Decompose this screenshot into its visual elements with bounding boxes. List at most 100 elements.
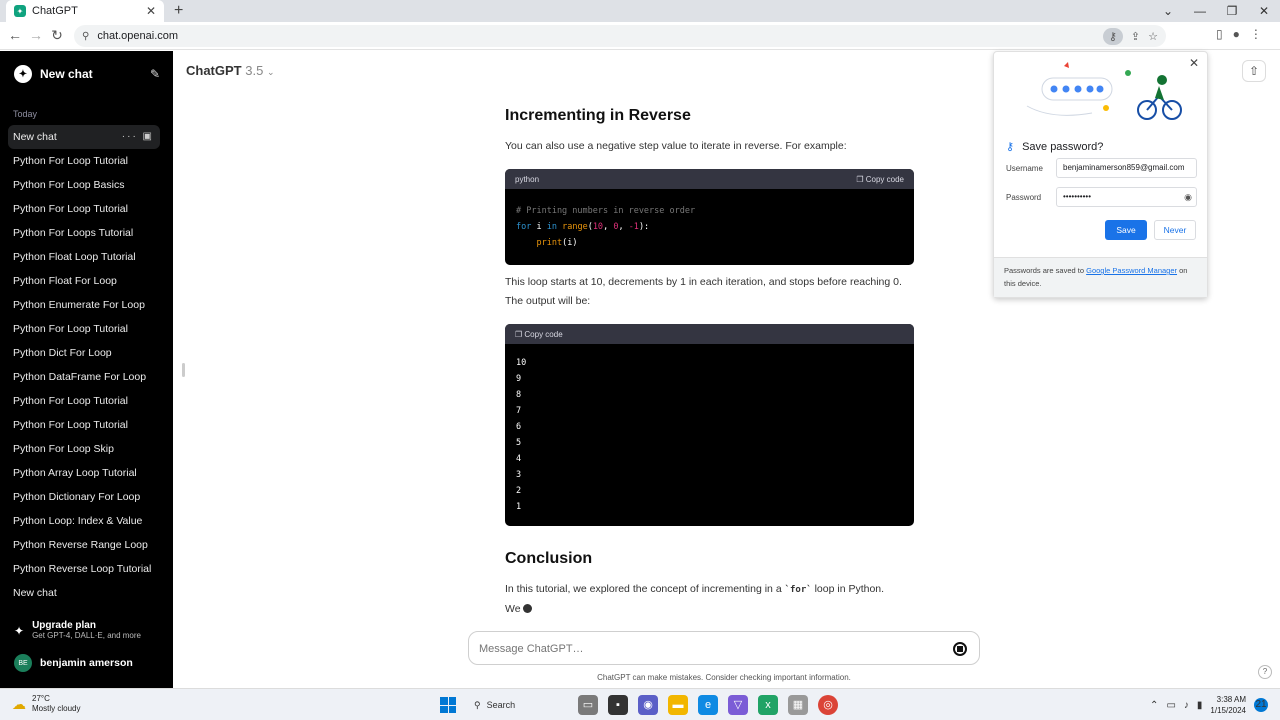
sidebar-chat-item[interactable]: Python For Loop Tutorial: [8, 317, 160, 341]
sidebar-chat-item[interactable]: Python Array Loop Tutorial: [8, 461, 160, 485]
save-button[interactable]: Save: [1105, 220, 1147, 240]
forward-icon[interactable]: →: [27, 27, 45, 43]
bookmark-star-icon[interactable]: ☆: [1148, 30, 1158, 43]
sidebar-chat-item[interactable]: Python DataFrame For Loop: [8, 365, 160, 389]
sidebar-chat-item[interactable]: Python Enumerate For Loop: [8, 293, 160, 317]
copy-code-button[interactable]: ❐ Copy code: [856, 175, 904, 184]
tab-search-icon[interactable]: ⌄: [1152, 2, 1184, 20]
sidebar-chat-label: Python Reverse Loop Tutorial: [13, 563, 152, 575]
sidebar-chat-item[interactable]: New chat ··· ▣: [8, 125, 160, 149]
section-heading-conclusion: Conclusion: [505, 550, 593, 567]
close-window-icon[interactable]: ✕: [1248, 2, 1280, 20]
browser-tab-strip: ✦ ChatGPT ✕ + ⌄ — ❐ ✕: [0, 0, 1280, 22]
sparkle-icon: ✦: [14, 624, 25, 638]
sidebar-chat-item[interactable]: New chat: [8, 581, 160, 605]
conclusion-line2: We: [505, 603, 521, 615]
sidebar-chat-item[interactable]: Python Float Loop Tutorial: [8, 245, 160, 269]
output-line: 8: [516, 390, 522, 400]
never-button[interactable]: Never: [1154, 220, 1196, 240]
sidebar-chat-item[interactable]: Python For Loop Tutorial: [8, 413, 160, 437]
notification-badge[interactable]: 21: [1254, 698, 1268, 712]
chevron-up-icon[interactable]: ⌃: [1150, 700, 1158, 711]
password-field[interactable]: •••••••••• ◉: [1056, 187, 1197, 207]
edge-browser-icon[interactable]: e: [698, 695, 718, 715]
message-input[interactable]: [479, 640, 919, 658]
site-info-icon[interactable]: ⚲: [82, 31, 89, 42]
model-selector[interactable]: ChatGPT 3.5 ⌄: [186, 63, 275, 78]
taskbar-search[interactable]: ⚲ Search: [466, 694, 562, 716]
openai-logo-icon: ✦: [14, 65, 32, 83]
username-field[interactable]: benjaminamerson859@gmail.com: [1056, 158, 1197, 178]
browser-tab[interactable]: ✦ ChatGPT ✕: [6, 0, 164, 22]
chrome-browser-icon[interactable]: ◎: [818, 695, 838, 715]
new-tab-icon[interactable]: +: [174, 2, 183, 20]
sidebar-chat-label: Python For Loop Basics: [13, 179, 125, 191]
sidebar-resize-handle[interactable]: [182, 363, 185, 377]
tab-close-icon[interactable]: ✕: [146, 4, 156, 18]
reload-icon[interactable]: ↻: [48, 27, 66, 44]
stop-generating-button[interactable]: [953, 642, 967, 656]
sidebar-chat-item[interactable]: Python For Loop Tutorial: [8, 197, 160, 221]
message-composer: [468, 631, 980, 665]
password-key-icon[interactable]: ⚷: [1102, 27, 1123, 45]
sidebar-chat-item[interactable]: Python For Loop Tutorial: [8, 389, 160, 413]
user-menu[interactable]: BE benjamin amerson: [14, 654, 133, 672]
control-panel-icon[interactable]: ▦: [788, 695, 808, 715]
help-button[interactable]: ?: [1258, 665, 1272, 679]
show-password-icon[interactable]: ◉: [1184, 188, 1192, 206]
disclaimer-text: ChatGPT can make mistakes. Consider chec…: [597, 673, 851, 682]
sidebar-chat-label: New chat: [13, 131, 57, 143]
sidebar-chat-item[interactable]: Python Dict For Loop: [8, 341, 160, 365]
sidebar-chat-item[interactable]: Python Dictionary For Loop: [8, 485, 160, 509]
share-chat-button[interactable]: ⇧: [1242, 60, 1266, 82]
restore-icon[interactable]: ❐: [1216, 2, 1248, 20]
sidebar-chat-item[interactable]: Python For Loop Tutorial: [8, 149, 160, 173]
weather-desc: Mostly cloudy: [32, 704, 81, 713]
copy-code-label: Copy code: [524, 329, 563, 339]
clock[interactable]: 3:38 AM 1/15/2024: [1210, 694, 1246, 716]
dialog-title-text: Save password?: [1022, 140, 1104, 153]
menu-kebab-icon[interactable]: ⋮: [1250, 27, 1262, 41]
sidebar-chat-item[interactable]: Python For Loop Skip: [8, 437, 160, 461]
file-explorer-icon[interactable]: ▬: [668, 695, 688, 715]
compose-icon[interactable]: ✎: [150, 67, 160, 81]
new-chat-label: New chat: [40, 67, 93, 81]
weather-widget[interactable]: ☁ 27°C Mostly cloudy: [12, 694, 80, 714]
sidebar-chat-item[interactable]: Python For Loops Tutorial: [8, 221, 160, 245]
widgets-app-icon[interactable]: ▭: [578, 695, 598, 715]
password-row: Password •••••••••• ◉: [1006, 187, 1197, 207]
sidebar-chat-label: Python Reverse Range Loop: [13, 539, 148, 551]
excel-app-icon[interactable]: x: [758, 695, 778, 715]
close-icon[interactable]: ✕: [1189, 56, 1199, 70]
chat-options-icon[interactable]: ··· ▣: [122, 125, 160, 149]
terminal-app-icon[interactable]: ▪: [608, 695, 628, 715]
windows-start-icon[interactable]: [440, 697, 456, 713]
profile-icon[interactable]: ●: [1233, 27, 1240, 41]
conclusion-text-end: loop in Python.: [811, 583, 885, 595]
sidebar-chat-item[interactable]: Python Reverse Range Loop: [8, 533, 160, 557]
new-chat-button[interactable]: ✦ New chat ✎: [8, 61, 160, 87]
network-icon[interactable]: ▭: [1166, 700, 1175, 711]
teams-chat-icon[interactable]: ◉: [638, 695, 658, 715]
side-panel-icon[interactable]: ▯: [1216, 27, 1223, 41]
copy-code-button[interactable]: ❐ Copy code: [515, 330, 563, 339]
password-manager-link[interactable]: Google Password Manager: [1086, 266, 1177, 275]
clock-date: 1/15/2024: [1210, 706, 1246, 715]
sidebar-chat-item[interactable]: Python Loop: Index & Value: [8, 509, 160, 533]
upgrade-plan-button[interactable]: ✦ Upgrade plan Get GPT-4, DALL·E, and mo…: [14, 620, 164, 640]
output-line: 1: [516, 502, 522, 512]
sidebar-chat-item[interactable]: Python For Loop Basics: [8, 173, 160, 197]
dialog-footer: Passwords are saved to Google Password M…: [994, 257, 1207, 297]
back-icon[interactable]: ←: [6, 27, 24, 43]
sidebar-chat-item[interactable]: Python Float For Loop: [8, 269, 160, 293]
omnibox-actions: ⚷ ⇪ ☆: [1102, 25, 1158, 47]
sidebar-chat-item[interactable]: Python Reverse Loop Tutorial: [8, 557, 160, 581]
battery-icon[interactable]: ▮: [1197, 700, 1203, 711]
sidebar-chat-label: Python Dictionary For Loop: [13, 491, 141, 503]
share-page-icon[interactable]: ⇪: [1131, 30, 1140, 43]
vpn-app-icon[interactable]: ▽: [728, 695, 748, 715]
minimize-icon[interactable]: —: [1184, 2, 1216, 20]
volume-icon[interactable]: ♪: [1184, 700, 1189, 711]
address-bar[interactable]: ⚲ chat.openai.com ⚷ ⇪ ☆: [74, 25, 1166, 47]
sidebar-chat-label: Python For Loop Tutorial: [13, 419, 128, 431]
